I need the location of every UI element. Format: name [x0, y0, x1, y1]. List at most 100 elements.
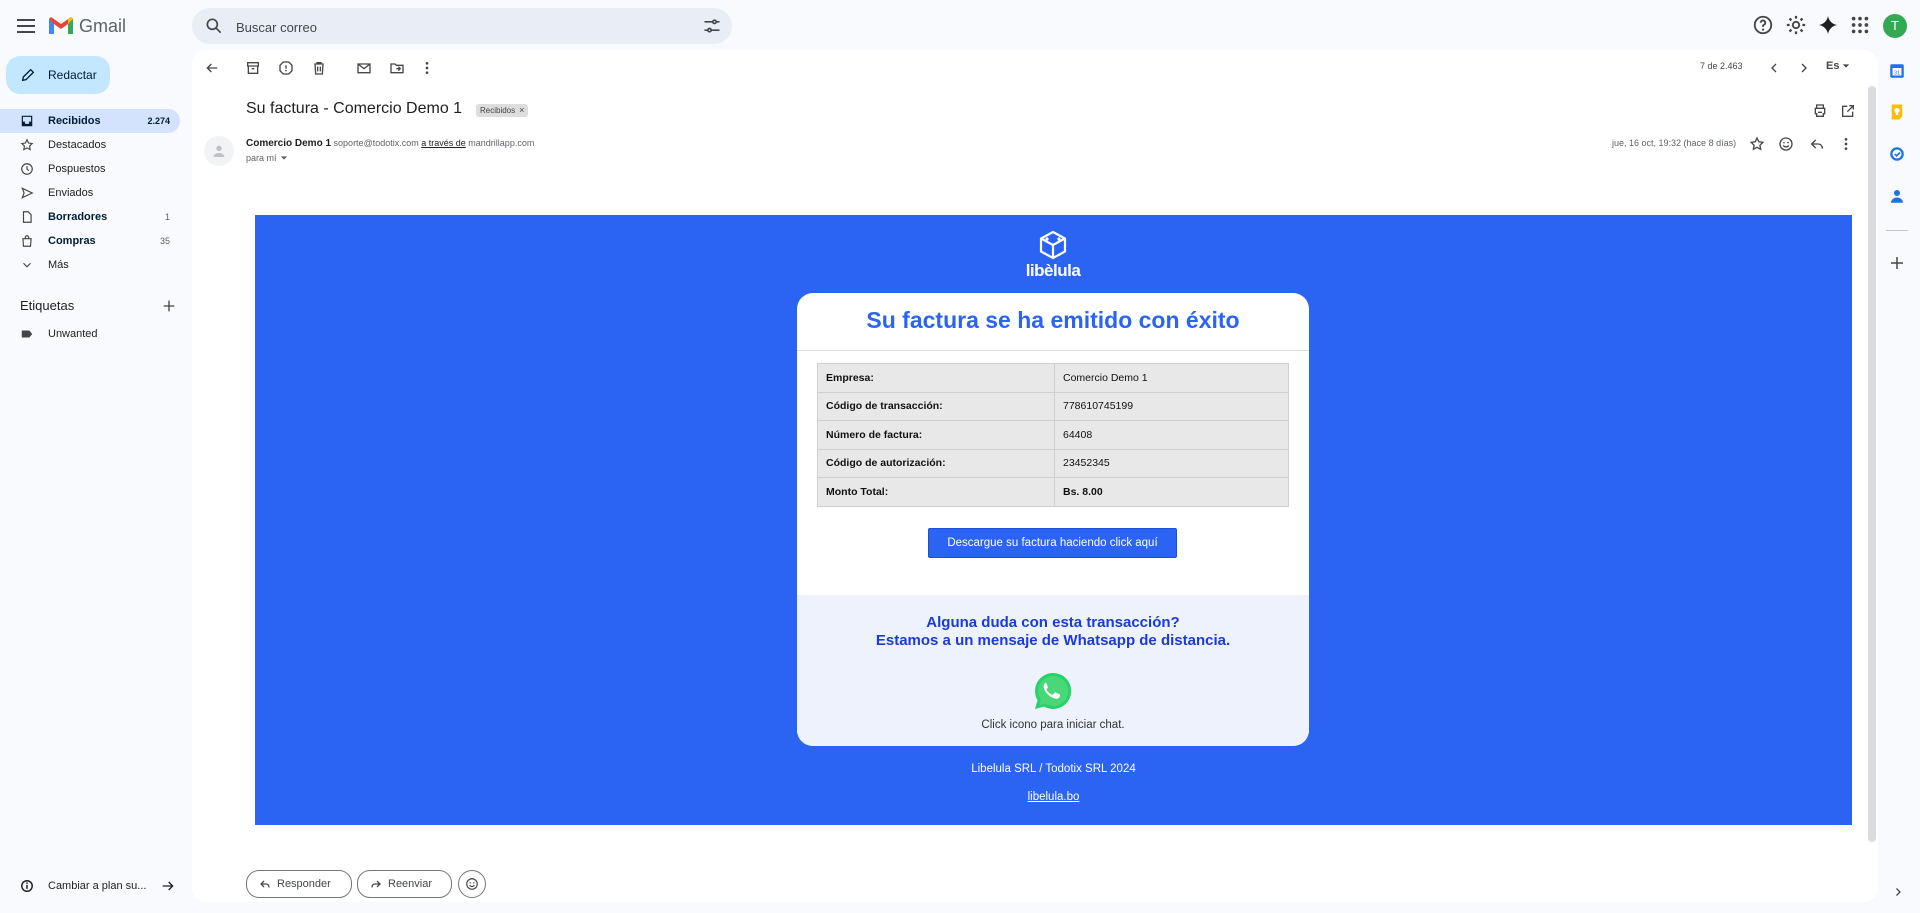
nav-label: Pospuestos: [48, 163, 106, 175]
settings-gear-icon[interactable]: [1785, 14, 1807, 36]
libelula-logo: libèlula: [1023, 230, 1083, 281]
more-options-icon[interactable]: [419, 60, 435, 76]
move-to-folder-icon[interactable]: [389, 60, 405, 76]
main-menu-icon[interactable]: [14, 14, 38, 38]
via-domain: mandrillapp.com: [468, 138, 535, 148]
remove-label-icon[interactable]: ×: [519, 104, 524, 117]
whatsapp-icon[interactable]: [1032, 670, 1074, 712]
help-icon[interactable]: [1752, 14, 1774, 36]
gmail-m-icon: [49, 17, 73, 34]
cube-logo-icon: [1039, 230, 1067, 260]
next-chevron-icon[interactable]: [1796, 60, 1812, 76]
draft-icon: [22, 211, 32, 223]
row-key: Empresa:: [817, 363, 1055, 393]
nav-count: 2.274: [147, 116, 170, 126]
print-icon[interactable]: [1812, 103, 1828, 119]
open-new-window-icon[interactable]: [1840, 103, 1856, 119]
clock-icon: [21, 163, 33, 175]
caret-down-icon: [1843, 64, 1850, 68]
previous-chevron-icon[interactable]: [1766, 60, 1782, 76]
message-scrollbar[interactable]: [1868, 86, 1876, 842]
row-value: Comercio Demo 1: [1054, 363, 1289, 393]
row-key: Código de transacción:: [817, 391, 1055, 421]
search-icon[interactable]: [204, 16, 224, 36]
message-more-icon[interactable]: [1838, 136, 1854, 152]
nav-label: Compras: [48, 235, 96, 247]
forward-button[interactable]: Reenviar: [357, 870, 452, 898]
nav-label: Borradores: [48, 211, 108, 223]
nav-item-inbox[interactable]: Recibidos 2.274: [0, 109, 180, 133]
emoji-react-icon[interactable]: [1778, 136, 1794, 152]
message-date: jue, 16 oct, 19:32 (hace 8 días): [1612, 138, 1737, 148]
mark-unread-icon[interactable]: [356, 60, 372, 76]
via-link[interactable]: a través de: [421, 138, 466, 148]
message-pager: 7 de 2.463: [1700, 61, 1743, 71]
emoji-reaction-button[interactable]: [458, 870, 486, 898]
side-panel-divider: [1886, 230, 1908, 231]
nav-item-label-unwanted[interactable]: Unwanted: [0, 322, 180, 346]
nav-item-snoozed[interactable]: Pospuestos: [0, 157, 180, 181]
search-options-icon[interactable]: [702, 16, 722, 36]
report-spam-icon[interactable]: [278, 60, 294, 76]
send-icon: [21, 187, 34, 199]
sender-avatar: [204, 136, 234, 166]
table-row: Código de autorización: 23452345: [817, 448, 1289, 478]
label-chip-text: Recibidos: [480, 106, 516, 115]
hide-side-panel-icon[interactable]: [1892, 886, 1904, 898]
recipient-text: para mí: [246, 153, 277, 163]
whatsapp-caption: Click icono para iniciar chat.: [981, 719, 1125, 731]
calendar-icon[interactable]: 31: [1888, 62, 1906, 80]
inbox-icon: [21, 115, 33, 127]
forward-label: Reenviar: [388, 878, 433, 890]
nav-item-more[interactable]: Más: [0, 253, 180, 277]
input-tools-dropdown[interactable]: Es: [1826, 60, 1850, 72]
download-invoice-button[interactable]: Descargue su factura haciendo click aquí: [928, 528, 1177, 558]
gmail-logo[interactable]: Gmail: [48, 12, 126, 40]
add-addon-icon[interactable]: [1888, 254, 1906, 272]
website-link[interactable]: libelula.bo: [255, 791, 1852, 803]
nav-label: Más: [48, 259, 69, 271]
label-tag-icon: [21, 330, 33, 338]
add-label-icon[interactable]: [161, 298, 177, 314]
nav-count: 35: [159, 236, 170, 246]
apps-grid-icon[interactable]: [1849, 14, 1871, 36]
compose-button[interactable]: Redactar: [6, 56, 110, 94]
svg-text:31: 31: [1894, 70, 1900, 76]
nav-item-drafts[interactable]: Borradores 1: [0, 205, 180, 229]
reply-icon[interactable]: [1809, 136, 1825, 152]
contacts-icon[interactable]: [1888, 187, 1906, 205]
archive-icon[interactable]: [245, 60, 261, 76]
forward-arrow-icon: [371, 880, 381, 888]
star-icon: [20, 138, 34, 151]
delete-trash-icon[interactable]: [311, 60, 327, 76]
nav-item-purchases[interactable]: Compras 35: [0, 229, 180, 253]
star-message-icon[interactable]: [1749, 136, 1765, 152]
search-bar[interactable]: [192, 8, 732, 46]
row-key: Número de factura:: [817, 420, 1055, 450]
recipient-details-toggle[interactable]: para mí: [246, 153, 288, 163]
invoice-card: Su factura se ha emitido con éxito Empre…: [797, 293, 1309, 746]
sender-info: Comercio Demo 1 soporte@todotix.com a tr…: [246, 138, 534, 149]
sender-email: soporte@todotix.com: [333, 138, 419, 148]
help-whatsapp-line: Estamos a un mensaje de Whatsapp de dist…: [875, 632, 1231, 649]
title-divider: [797, 350, 1309, 351]
nav-count: 1: [164, 212, 170, 222]
nav-item-sent[interactable]: Enviados: [0, 181, 180, 205]
sender-name[interactable]: Comercio Demo 1: [246, 138, 331, 149]
search-input[interactable]: [234, 8, 658, 46]
back-arrow-icon[interactable]: [204, 60, 220, 76]
account-avatar[interactable]: T: [1883, 14, 1907, 38]
upgrade-plan-label: Cambiar a plan su...: [48, 880, 147, 892]
pencil-icon: [21, 68, 35, 82]
reply-button[interactable]: Responder: [246, 870, 352, 898]
gemini-sparkle-icon[interactable]: [1817, 14, 1839, 36]
tasks-icon[interactable]: [1888, 145, 1906, 163]
nav-item-starred[interactable]: Destacados: [0, 133, 180, 157]
chevron-down-icon: [23, 262, 31, 268]
keep-notes-icon[interactable]: [1888, 103, 1906, 121]
row-value: 778610745199: [1054, 391, 1289, 421]
inbox-label-chip[interactable]: Recibidos ×: [476, 104, 529, 117]
reply-label: Responder: [277, 878, 331, 890]
row-value: 23452345: [1054, 448, 1289, 478]
upgrade-plan-link[interactable]: Cambiar a plan su...: [20, 878, 176, 894]
